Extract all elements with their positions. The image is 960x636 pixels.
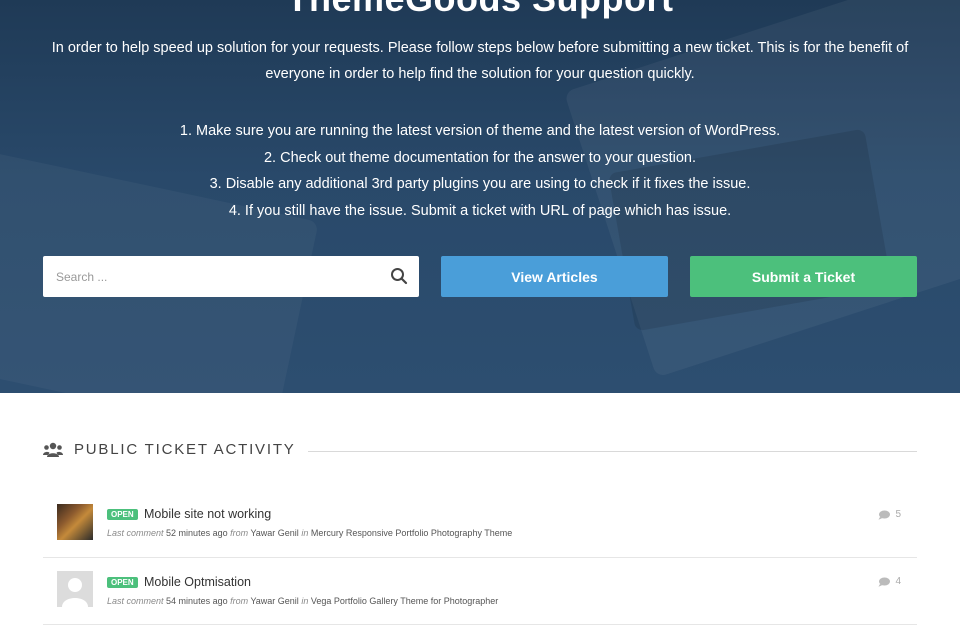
- search-input[interactable]: [43, 256, 373, 297]
- comment-count: 5: [878, 509, 901, 520]
- default-avatar-icon: [57, 571, 93, 607]
- step-item: 2. Check out theme documentation for the…: [263, 149, 697, 166]
- intro-text: In order to help speed up solution for y…: [51, 40, 909, 82]
- meta-label: from: [230, 528, 249, 538]
- comment-count: 4: [878, 576, 901, 587]
- ticket-title-link[interactable]: Mobile site not working: [144, 507, 271, 521]
- avatar: [57, 571, 93, 607]
- meta-label: in: [301, 596, 309, 606]
- step-item: 3. Disable any additional 3rd party plug…: [209, 176, 751, 192]
- meta-label: Last comment: [107, 596, 164, 606]
- meta-label: from: [230, 596, 249, 606]
- activity-header: PUBLIC TICKET ACTIVITY: [43, 440, 917, 462]
- status-badge: OPEN: [107, 577, 138, 588]
- meta-time: 52 minutes ago: [166, 528, 228, 538]
- comment-icon: [878, 577, 891, 587]
- search-box: [43, 256, 419, 297]
- ticket-meta: Last comment 52 minutes ago from Yawar G…: [107, 528, 512, 538]
- view-articles-button[interactable]: View Articles: [441, 256, 668, 297]
- ticket-meta: Last comment 54 minutes ago from Yawar G…: [107, 596, 498, 606]
- ticket-row[interactable]: OPEN Mobile site not working Last commen…: [43, 490, 917, 558]
- meta-label: Last comment: [107, 528, 164, 538]
- meta-theme[interactable]: Mercury Responsive Portfolio Photography…: [311, 528, 512, 538]
- submit-ticket-button[interactable]: Submit a Ticket: [690, 256, 917, 297]
- divider: [308, 451, 917, 452]
- meta-theme[interactable]: Vega Portfolio Gallery Theme for Photogr…: [311, 596, 498, 606]
- step-item: 4. If you still have the issue. Submit a…: [228, 202, 732, 219]
- section-title: PUBLIC TICKET ACTIVITY: [74, 441, 296, 458]
- meta-label: in: [301, 528, 309, 538]
- steps-list: 1. Make sure you are running the latest …: [40, 118, 920, 224]
- ticket-row[interactable]: OPEN Mobile Optmisation Last comment 54 …: [43, 557, 917, 625]
- meta-author[interactable]: Yawar Genil: [250, 528, 298, 538]
- step-item: 1. Make sure you are running the latest …: [179, 123, 781, 139]
- search-icon[interactable]: [390, 267, 408, 285]
- hero-banner: ThemeGoods Support In order to help spee…: [0, 0, 960, 393]
- comment-icon: [878, 510, 891, 520]
- status-badge: OPEN: [107, 509, 138, 520]
- users-icon: [43, 442, 63, 457]
- meta-author[interactable]: Yawar Genil: [250, 596, 298, 606]
- page-title: ThemeGoods Support: [0, 0, 960, 20]
- meta-time: 54 minutes ago: [166, 596, 228, 606]
- ticket-title-link[interactable]: Mobile Optmisation: [144, 575, 251, 589]
- comment-count-value: 5: [895, 509, 901, 520]
- avatar: [57, 504, 93, 540]
- comment-count-value: 4: [895, 576, 901, 587]
